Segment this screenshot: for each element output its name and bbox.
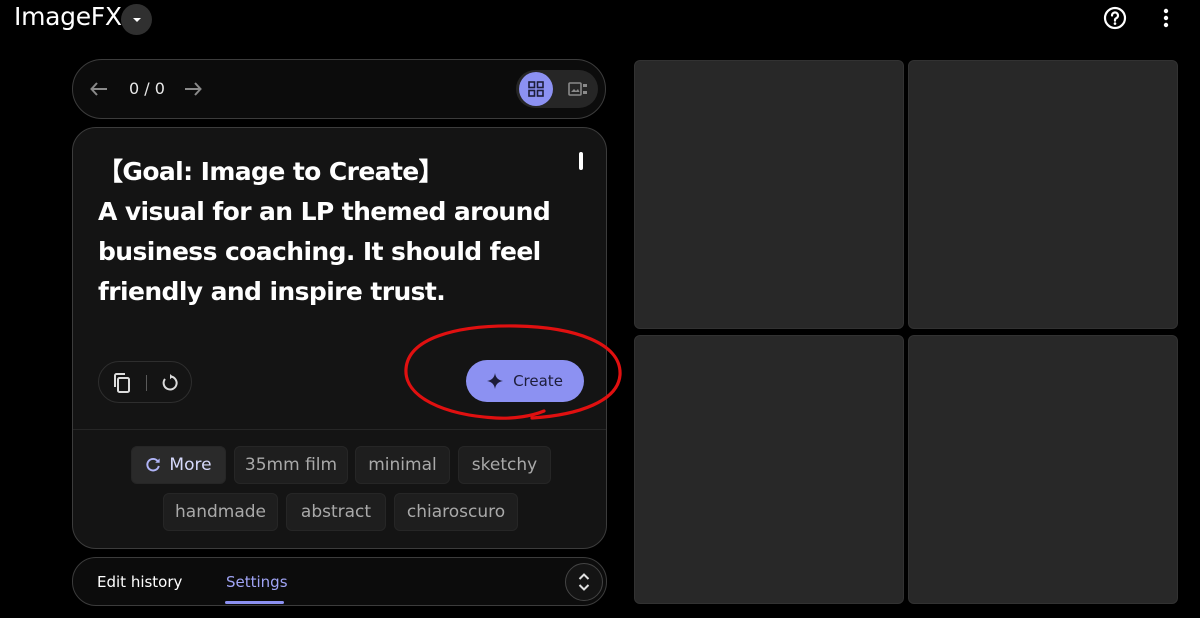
grid-view-icon [528, 81, 544, 97]
single-view-icon [568, 82, 587, 96]
bottom-tab-bar: Edit history Settings [72, 557, 607, 606]
image-slot-2[interactable] [908, 60, 1178, 329]
image-slot-3[interactable] [634, 335, 904, 604]
image-navigation-bar: 0 / 0 [72, 59, 606, 119]
unfold-icon [578, 573, 590, 591]
copy-icon [114, 373, 130, 393]
help-button[interactable] [1103, 6, 1127, 30]
active-tab-indicator [225, 601, 284, 604]
reset-prompt-button[interactable] [159, 372, 181, 394]
create-button[interactable]: Create [466, 360, 584, 402]
action-divider [146, 375, 147, 391]
app-title: ImageFX [14, 2, 122, 31]
style-chip-35mm-film[interactable]: 35mm film [234, 446, 348, 484]
tab-edit-history[interactable]: Edit history [97, 573, 182, 591]
create-button-label: Create [513, 372, 563, 390]
prompt-input[interactable]: 【Goal: Image to Create】 A visual for an … [98, 152, 568, 312]
view-mode-toggle [516, 70, 598, 108]
imagefx-page: ImageFX 0 / 0 【Goal: Image to Create】 A … [0, 0, 1200, 618]
help-circle-icon [1103, 6, 1127, 30]
arrow-left-icon [90, 82, 107, 96]
more-chip-label: More [169, 455, 212, 475]
image-counter: 0 / 0 [129, 79, 165, 98]
next-button[interactable] [181, 77, 205, 101]
previous-button[interactable] [87, 77, 111, 101]
prompt-card: 【Goal: Image to Create】 A visual for an … [72, 127, 607, 549]
style-chip-chiaroscuro[interactable]: chiaroscuro [394, 493, 518, 531]
card-divider [73, 429, 606, 430]
tab-settings[interactable]: Settings [226, 573, 288, 591]
app-menu-button[interactable] [121, 4, 152, 35]
arrow-right-icon [185, 82, 202, 96]
style-chip-minimal[interactable]: minimal [355, 446, 450, 484]
more-options-button[interactable] [1155, 6, 1177, 30]
style-chip-handmade[interactable]: handmade [163, 493, 278, 531]
style-chip-abstract[interactable]: abstract [286, 493, 386, 531]
style-chip-sketchy[interactable]: sketchy [458, 446, 551, 484]
expand-panel-button[interactable] [565, 563, 603, 601]
more-styles-chip[interactable]: More [131, 446, 226, 484]
more-vert-icon [1163, 8, 1169, 28]
caret-down-icon [132, 17, 141, 22]
prompt-scrollbar[interactable] [579, 152, 583, 170]
image-slot-1[interactable] [634, 60, 904, 329]
image-slot-4[interactable] [908, 335, 1178, 604]
grid-view-button[interactable] [519, 72, 553, 106]
prompt-actions [98, 361, 192, 403]
single-view-button[interactable] [561, 72, 595, 106]
refresh-icon [146, 457, 161, 472]
copy-button[interactable] [111, 372, 133, 394]
refresh-icon [162, 374, 178, 391]
sparkle-icon [487, 373, 504, 389]
